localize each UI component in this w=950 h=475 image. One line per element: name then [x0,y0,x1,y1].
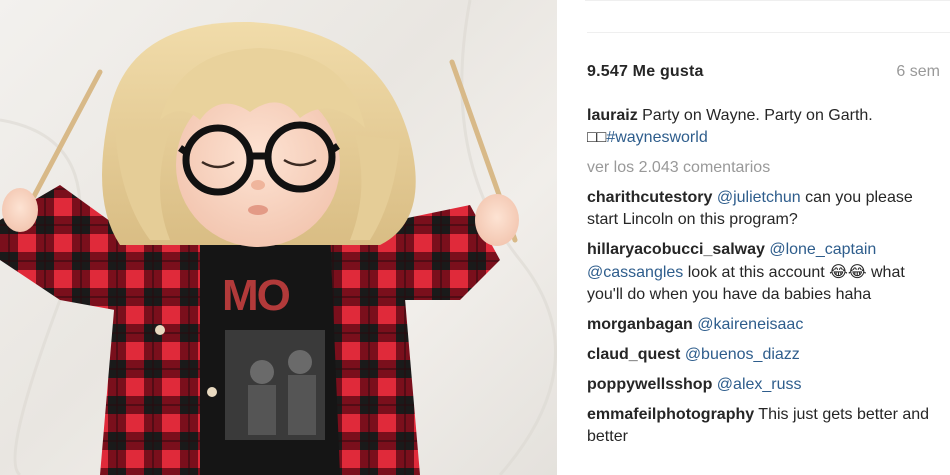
left-hand [2,188,38,232]
post-time-ago[interactable]: 6 sem [896,63,940,81]
divider [587,32,950,33]
comment-mention[interactable]: @julietchun [717,189,801,206]
list-item: morganbagan @kaireneisaac [587,314,940,336]
post-caption: lauraiz Party on Wayne. Party on Garth. … [587,105,940,149]
likes-count[interactable]: 9.547 Me gusta [587,63,704,81]
caption-text: Party on Wayne. Party on Garth. [637,107,873,124]
comment-username[interactable]: hillaryacobucci_salway [587,241,765,258]
list-item: poppywellsshop @alex_russ [587,374,940,396]
list-item: hillaryacobucci_salway @lone_captain @ca… [587,239,940,306]
post-details-panel: 9.547 Me gusta 6 sem lauraiz Party on Wa… [557,0,950,475]
divider [585,0,950,1]
laughing-emoji-icon: 😂😂 [829,262,867,281]
comment-username[interactable]: morganbagan [587,316,693,333]
comment-username[interactable]: poppywellsshop [587,376,712,393]
comment-mention[interactable]: @cassangles [587,264,683,281]
comment-mention[interactable]: @kaireneisaac [697,316,803,333]
caption-hashtag[interactable]: #waynesworld [606,129,707,146]
band-logo-text: MO [222,271,290,320]
comment-text: look at this account [683,264,830,281]
comment-username[interactable]: claud_quest [587,346,680,363]
comments-list: lauraiz Party on Wayne. Party on Garth. … [587,105,940,456]
view-all-comments-link[interactable]: ver los 2.043 comentarios [587,157,940,179]
comment-mention[interactable]: @alex_russ [717,376,802,393]
right-hand [475,194,519,246]
comment-username[interactable]: emmafeilphotography [587,406,754,423]
caption-username[interactable]: lauraiz [587,107,638,124]
caption-emoji-boxes: □□ [587,129,607,146]
post-photo[interactable]: MO [0,0,557,475]
comment-mention[interactable]: @lone_captain [769,241,876,258]
comment-username[interactable]: charithcutestory [587,189,712,206]
list-item: claud_quest @buenos_diazz [587,344,940,366]
list-item: emmafeilphotography This just gets bette… [587,404,940,448]
baby-photo-illustration: MO [0,0,557,475]
post-meta-row: 9.547 Me gusta 6 sem [587,61,940,83]
list-item: charithcutestory @julietchun can you ple… [587,187,940,231]
comment-mention[interactable]: @buenos_diazz [685,346,800,363]
